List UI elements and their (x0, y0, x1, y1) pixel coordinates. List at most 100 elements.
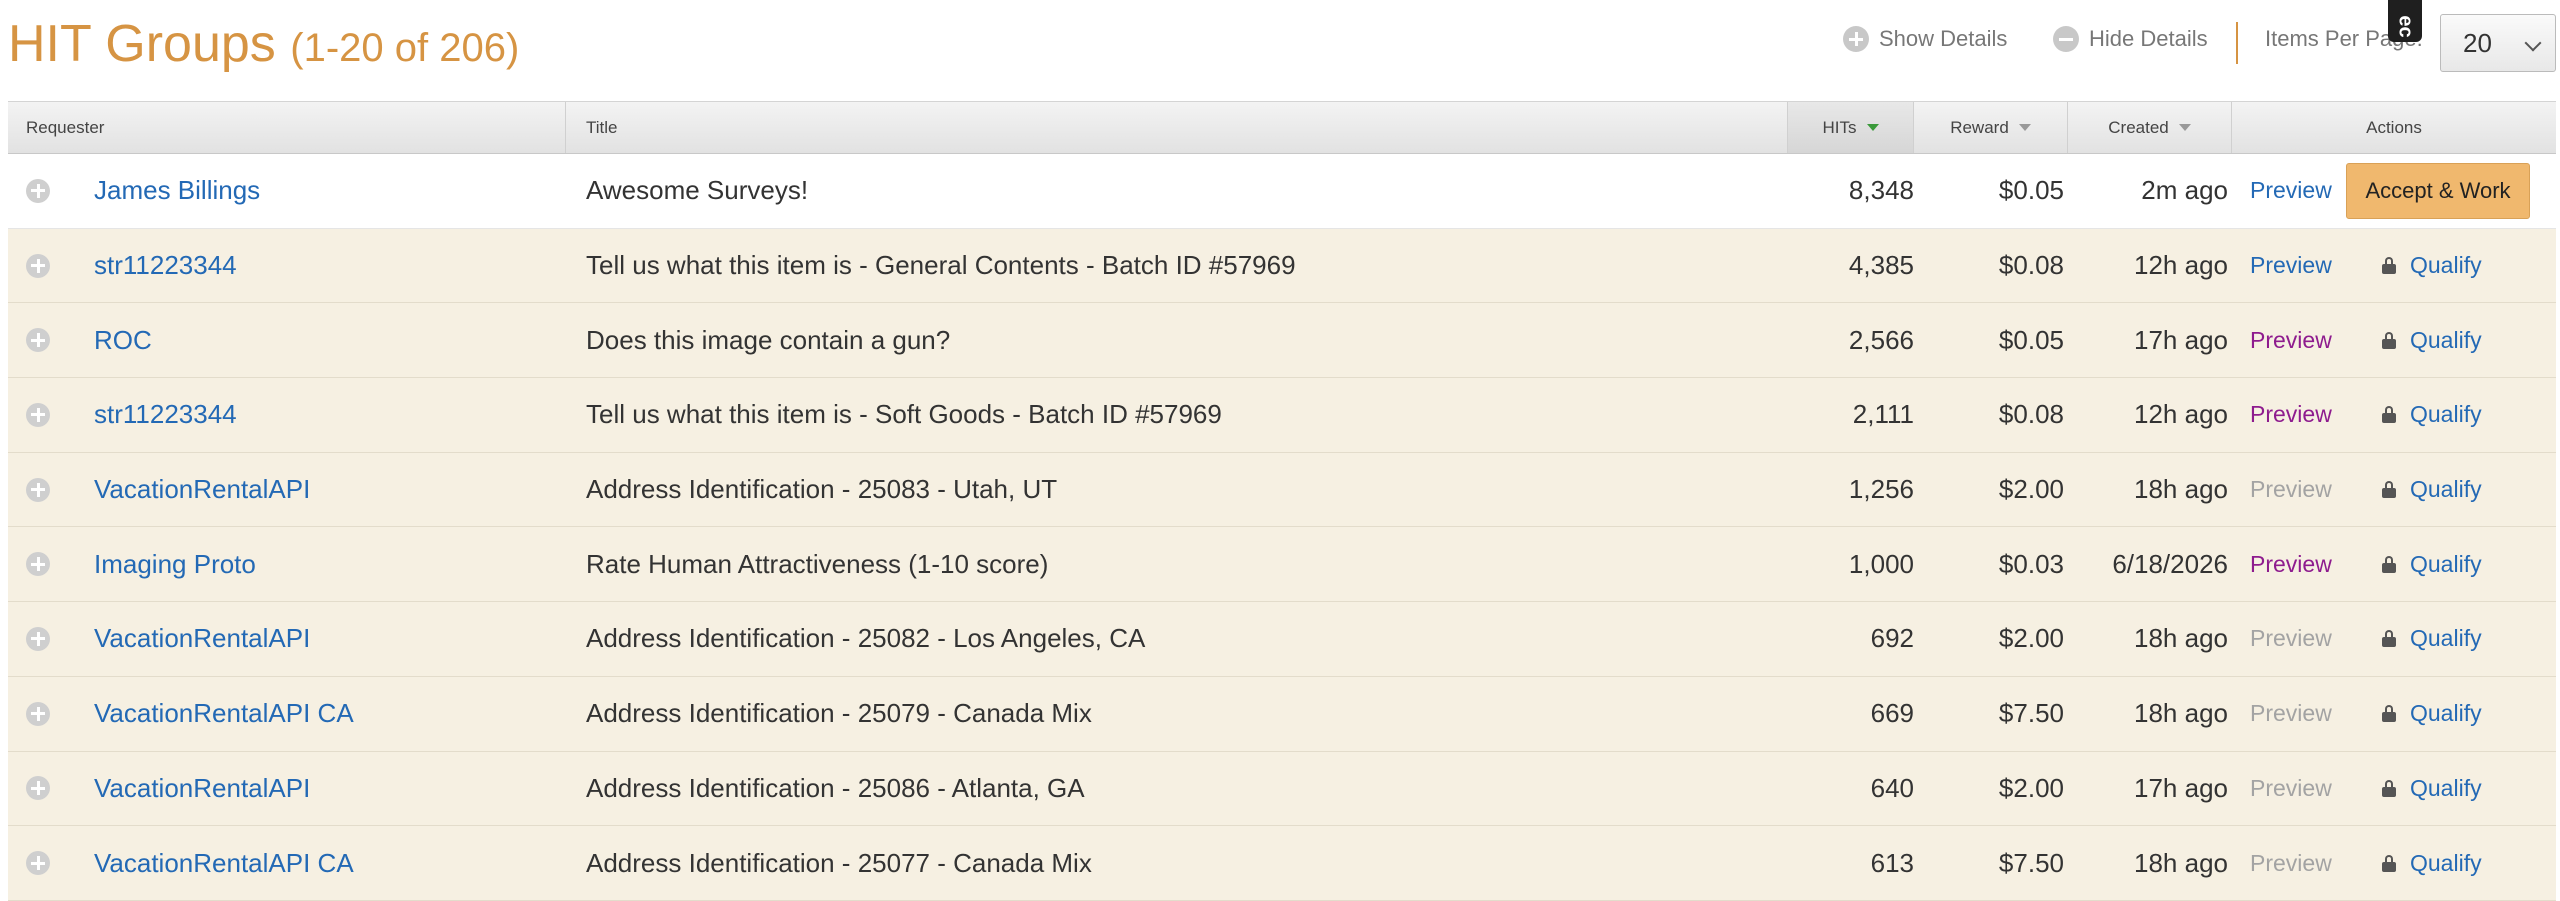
reward: $7.50 (1998, 698, 2064, 729)
preview-link[interactable]: Preview (2232, 625, 2342, 652)
qualify-label: Qualify (2410, 550, 2482, 577)
chevron-down-icon (2524, 34, 2542, 52)
qualify-link[interactable]: Qualify (2382, 476, 2482, 503)
expand-row-icon[interactable] (26, 701, 50, 726)
expand-row-icon[interactable] (26, 253, 50, 278)
requester-link[interactable]: VacationRentalAPI CA (94, 848, 354, 879)
lock-icon (2382, 331, 2396, 349)
qualify-label: Qualify (2410, 401, 2482, 428)
table-row: VacationRentalAPI Address Identification… (8, 751, 2556, 827)
table-row: Imaging Proto Rate Human Attractiveness … (8, 527, 2556, 603)
preview-link[interactable]: Preview (2232, 850, 2342, 877)
hit-title: Address Identification - 25077 - Canada … (586, 847, 1092, 878)
hit-count: 2,566 (1848, 324, 1914, 355)
requester-link[interactable]: James Billings (94, 175, 260, 206)
hide-details-button[interactable]: Hide Details (2053, 26, 2208, 52)
qualify-link[interactable]: Qualify (2382, 327, 2482, 354)
hit-title: Address Identification - 25079 - Canada … (586, 698, 1092, 729)
expand-row-icon[interactable] (26, 402, 50, 427)
column-reward-label: Reward (1950, 117, 2009, 137)
lock-icon (2382, 555, 2396, 573)
hit-count: 1,000 (1848, 548, 1914, 579)
preview-link[interactable]: Preview (2232, 551, 2342, 578)
column-actions-label: Actions (2366, 117, 2422, 137)
hit-count: 1,256 (1848, 474, 1914, 505)
lock-icon (2382, 630, 2396, 648)
hide-details-label: Hide Details (2089, 26, 2208, 51)
reward: $7.50 (1998, 847, 2064, 878)
hit-count: 613 (1870, 847, 1914, 878)
requester-link[interactable]: VacationRentalAPI CA (94, 698, 354, 729)
column-created-label: Created (2108, 117, 2169, 137)
created-time: 12h ago (2134, 250, 2228, 281)
table-row: VacationRentalAPI Address Identification… (8, 452, 2556, 528)
table-row: James Billings Awesome Surveys! 8,348 $0… (8, 154, 2556, 229)
requester-link[interactable]: str11223344 (94, 399, 237, 430)
requester-link[interactable]: VacationRentalAPI (94, 623, 310, 654)
expand-row-icon[interactable] (26, 477, 50, 502)
show-details-button[interactable]: Show Details (1843, 26, 2007, 52)
column-created-sort[interactable]: Created (2068, 102, 2232, 153)
hit-title: Tell us what this item is - General Cont… (586, 250, 1296, 281)
hit-count: 669 (1870, 698, 1914, 729)
qualify-link[interactable]: Qualify (2382, 401, 2482, 428)
qualify-label: Qualify (2410, 625, 2482, 652)
created-time: 6/18/2026 (2112, 548, 2228, 579)
qualify-label: Qualify (2410, 252, 2482, 279)
preview-link[interactable]: Preview (2232, 700, 2342, 727)
preview-link[interactable]: Preview (2232, 327, 2342, 354)
qualify-link[interactable]: Qualify (2382, 551, 2482, 578)
reward: $2.00 (1998, 474, 2064, 505)
hit-title: Address Identification - 25086 - Atlanta… (586, 772, 1085, 803)
expand-row-icon[interactable] (26, 552, 50, 577)
qualify-label: Qualify (2410, 774, 2482, 801)
table-row: VacationRentalAPI CA Address Identificat… (8, 826, 2556, 901)
column-requester: Requester (8, 102, 566, 153)
qualify-label: Qualify (2410, 849, 2482, 876)
preview-link[interactable]: Preview (2232, 401, 2342, 428)
reward: $2.00 (1998, 772, 2064, 803)
items-per-page-select[interactable]: 20 (2440, 14, 2556, 72)
column-title-label: Title (586, 117, 618, 137)
accept-and-work-button[interactable]: Accept & Work (2346, 162, 2530, 219)
table-row: ROC Does this image contain a gun? 2,566… (8, 303, 2556, 379)
show-details-label: Show Details (1879, 26, 2008, 51)
created-time: 2m ago (2141, 175, 2228, 206)
expand-row-icon[interactable] (26, 776, 50, 801)
preview-link[interactable]: Preview (2232, 775, 2342, 802)
extension-tab-label: ec (2394, 15, 2417, 38)
reward: $0.08 (1998, 250, 2064, 281)
column-title: Title (566, 102, 1788, 153)
requester-link[interactable]: VacationRentalAPI (94, 474, 310, 505)
preview-link[interactable]: Preview (2232, 177, 2342, 204)
lock-icon (2382, 481, 2396, 499)
preview-link[interactable]: Preview (2232, 476, 2342, 503)
requester-link[interactable]: ROC (94, 325, 152, 356)
column-reward-sort[interactable]: Reward (1914, 102, 2068, 153)
expand-row-icon[interactable] (26, 626, 50, 651)
qualify-link[interactable]: Qualify (2382, 252, 2482, 279)
expand-row-icon[interactable] (26, 328, 50, 353)
table-header: Requester Title HITs Reward Created Acti… (8, 101, 2556, 154)
hit-title: Rate Human Attractiveness (1-10 score) (586, 548, 1049, 579)
reward: $0.08 (1998, 399, 2064, 430)
qualify-link[interactable]: Qualify (2382, 625, 2482, 652)
expand-row-icon[interactable] (26, 851, 50, 876)
preview-link[interactable]: Preview (2232, 252, 2342, 279)
qualify-link[interactable]: Qualify (2382, 850, 2482, 877)
expand-row-icon[interactable] (26, 178, 50, 203)
qualify-link[interactable]: Qualify (2382, 700, 2482, 727)
extension-tab[interactable]: ec (2388, 0, 2422, 42)
hit-count: 2,111 (1852, 399, 1914, 430)
requester-link[interactable]: VacationRentalAPI (94, 773, 310, 804)
column-hits-sort[interactable]: HITs (1788, 102, 1914, 153)
lock-icon (2382, 779, 2396, 797)
top-bar: HIT Groups (1-20 of 206) Show Details Hi… (0, 0, 2560, 100)
requester-link[interactable]: str11223344 (94, 250, 237, 281)
qualify-link[interactable]: Qualify (2382, 775, 2482, 802)
requester-link[interactable]: Imaging Proto (94, 549, 256, 580)
hit-title: Does this image contain a gun? (586, 324, 951, 355)
table-row: str11223344 Tell us what this item is - … (8, 228, 2556, 304)
lock-icon (2382, 705, 2396, 723)
created-time: 18h ago (2134, 847, 2228, 878)
